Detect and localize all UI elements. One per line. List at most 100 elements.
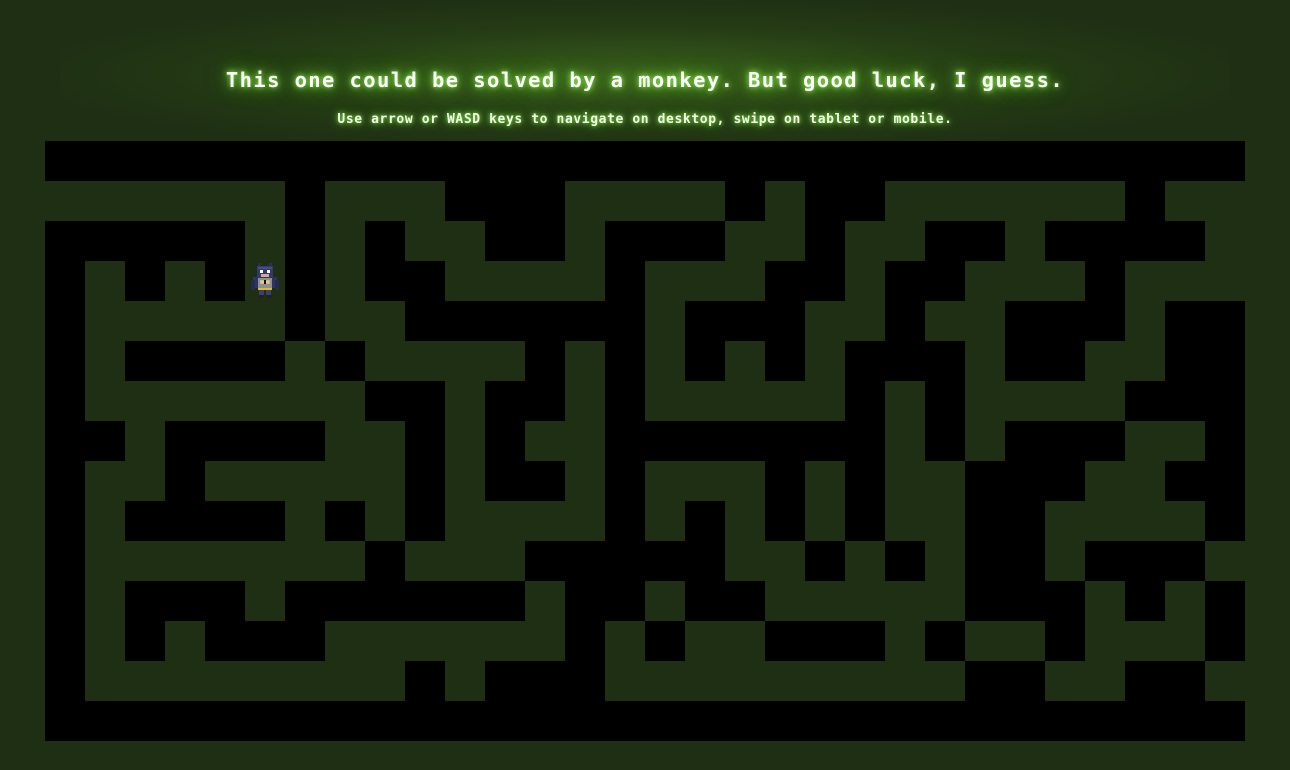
maze-wall-cell bbox=[125, 261, 165, 301]
maze-wall-cell bbox=[1005, 421, 1045, 461]
maze-wall-cell bbox=[165, 581, 205, 621]
maze-wall-cell bbox=[685, 141, 725, 181]
maze-wall-cell bbox=[325, 581, 365, 621]
maze-wall-cell bbox=[45, 261, 85, 301]
maze-wall-cell bbox=[565, 621, 605, 661]
maze-wall-cell bbox=[1005, 501, 1045, 541]
maze-wall-cell bbox=[1205, 341, 1245, 381]
maze-wall-cell bbox=[1045, 141, 1085, 181]
maze-wall-cell bbox=[1125, 181, 1165, 221]
maze-wall-cell bbox=[645, 221, 685, 261]
maze-wall-cell bbox=[845, 701, 885, 741]
maze-wall-cell bbox=[405, 661, 445, 701]
maze-wall-cell bbox=[45, 501, 85, 541]
maze-wall-cell bbox=[1205, 141, 1245, 181]
maze-wall-cell bbox=[725, 301, 765, 341]
maze-wall-cell bbox=[525, 461, 565, 501]
maze-wall-cell bbox=[725, 181, 765, 221]
maze-wall-cell bbox=[845, 421, 885, 461]
maze-wall-cell bbox=[285, 421, 325, 461]
maze-wall-cell bbox=[1165, 541, 1205, 581]
maze-wall-cell bbox=[805, 261, 845, 301]
maze-wall-cell bbox=[805, 421, 845, 461]
maze-wall-cell bbox=[885, 261, 925, 301]
maze-wall-cell bbox=[565, 661, 605, 701]
maze-wall-cell bbox=[485, 141, 525, 181]
maze-wall-cell bbox=[1125, 581, 1165, 621]
maze-wall-cell bbox=[765, 501, 805, 541]
maze-wall-cell bbox=[1205, 381, 1245, 421]
maze-wall-cell bbox=[685, 701, 725, 741]
maze-wall-cell bbox=[1165, 701, 1205, 741]
maze-wall-cell bbox=[1205, 421, 1245, 461]
maze-wall-cell bbox=[125, 501, 165, 541]
maze-wall-cell bbox=[1005, 541, 1045, 581]
maze-wall-cell bbox=[605, 501, 645, 541]
maze-wall-cell bbox=[485, 461, 525, 501]
maze-wall-cell bbox=[885, 541, 925, 581]
maze-wall-cell bbox=[1045, 581, 1085, 621]
maze-wall-cell bbox=[525, 221, 565, 261]
maze-wall-cell bbox=[125, 701, 165, 741]
maze-wall-cell bbox=[525, 141, 565, 181]
maze-wall-cell bbox=[765, 621, 805, 661]
maze-wall-cell bbox=[1005, 701, 1045, 741]
maze-wall-cell bbox=[485, 581, 525, 621]
maze-wall-cell bbox=[285, 581, 325, 621]
maze-wall-cell bbox=[125, 341, 165, 381]
maze-wall-cell bbox=[365, 541, 405, 581]
maze-wall-cell bbox=[485, 181, 525, 221]
maze-wall-cell bbox=[245, 341, 285, 381]
maze-wall-cell bbox=[245, 141, 285, 181]
maze-wall-cell bbox=[365, 701, 405, 741]
maze-wall-cell bbox=[885, 341, 925, 381]
maze-wall-cell bbox=[645, 141, 685, 181]
maze-wall-cell bbox=[205, 261, 245, 301]
maze-wall-cell bbox=[965, 541, 1005, 581]
maze-wall-cell bbox=[245, 701, 285, 741]
maze-wall-cell bbox=[965, 461, 1005, 501]
maze-wall-cell bbox=[205, 221, 245, 261]
maze-wall-cell bbox=[325, 141, 365, 181]
maze-wall-cell bbox=[1205, 701, 1245, 741]
maze-wall-cell bbox=[45, 701, 85, 741]
maze-wall-cell bbox=[1205, 581, 1245, 621]
maze-wall-cell bbox=[485, 661, 525, 701]
maze-wall-cell bbox=[85, 221, 125, 261]
maze-wall-cell bbox=[285, 141, 325, 181]
maze-wall-cell bbox=[525, 541, 565, 581]
maze-wall-cell bbox=[765, 341, 805, 381]
maze-wall-cell bbox=[605, 461, 645, 501]
maze-wall-cell bbox=[85, 421, 125, 461]
maze-wall-cell bbox=[565, 701, 605, 741]
maze-board[interactable] bbox=[45, 141, 1245, 741]
maze-wall-cell bbox=[685, 581, 725, 621]
maze-wall-cell bbox=[365, 141, 405, 181]
maze-wall-cell bbox=[805, 621, 845, 661]
maze-wall-cell bbox=[1045, 461, 1085, 501]
maze-wall-cell bbox=[1165, 301, 1205, 341]
maze-wall-cell bbox=[1205, 301, 1245, 341]
maze-wall-cell bbox=[285, 701, 325, 741]
maze-wall-cell bbox=[85, 141, 125, 181]
maze-wall-cell bbox=[1045, 221, 1085, 261]
maze-wall-cell bbox=[45, 661, 85, 701]
maze-wall-cell bbox=[405, 461, 445, 501]
maze-wall-cell bbox=[205, 141, 245, 181]
maze-wall-cell bbox=[1125, 661, 1165, 701]
maze-wall-cell bbox=[125, 581, 165, 621]
maze-wall-cell bbox=[285, 261, 325, 301]
maze-wall-cell bbox=[845, 181, 885, 221]
maze-wall-cell bbox=[765, 701, 805, 741]
maze-wall-cell bbox=[845, 461, 885, 501]
maze-wall-cell bbox=[605, 221, 645, 261]
maze-wall-cell bbox=[605, 421, 645, 461]
maze-wall-cell bbox=[45, 621, 85, 661]
maze-wall-cell bbox=[605, 581, 645, 621]
page-title: This one could be solved by a monkey. Bu… bbox=[225, 68, 1065, 92]
maze-wall-cell bbox=[125, 621, 165, 661]
maze-wall-cell bbox=[405, 421, 445, 461]
maze-wall-cell bbox=[925, 261, 965, 301]
maze-wall-cell bbox=[685, 421, 725, 461]
maze-wall-cell bbox=[925, 381, 965, 421]
